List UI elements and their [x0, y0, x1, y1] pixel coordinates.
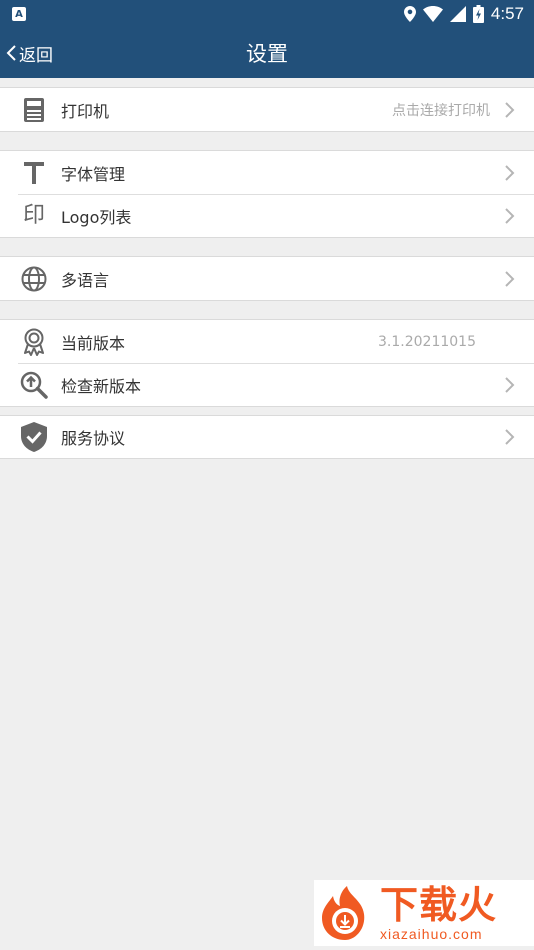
chevron-right-icon	[505, 270, 515, 287]
clock: 4:57	[490, 4, 524, 23]
printer-icon	[20, 96, 48, 124]
status-left: A	[12, 7, 26, 21]
chevron-right-icon	[505, 164, 515, 181]
chevron-right-icon	[505, 207, 515, 224]
back-label: 返回	[19, 45, 53, 66]
settings-item-label: 检查新版本	[61, 376, 142, 396]
watermark-brand: 下载火	[380, 883, 498, 927]
watermark-url: xiazaihuo.com	[380, 926, 483, 942]
globe-icon	[20, 265, 48, 293]
chevron-right-icon	[505, 376, 515, 393]
back-button[interactable]: 返回	[6, 28, 53, 78]
wifi-icon	[422, 6, 443, 22]
chevron-right-icon	[505, 101, 515, 118]
battery-icon	[472, 5, 484, 23]
settings-item-logo-list[interactable]: 印 Logo列表	[0, 194, 534, 237]
chevron-right-icon	[505, 429, 515, 445]
settings-item-check-update[interactable]: 检查新版本	[0, 363, 534, 406]
settings-item-font-management[interactable]: 字体管理	[0, 151, 534, 194]
settings-item-service-agreement[interactable]: 服务协议	[0, 416, 534, 458]
settings-item-current-version: 当前版本 3.1.20211015	[0, 320, 534, 363]
update-search-icon	[20, 371, 48, 399]
settings-item-label: 当前版本	[61, 333, 126, 353]
badge-icon	[20, 328, 48, 356]
app-notification-icon: A	[12, 7, 26, 21]
settings-group-fonts: 字体管理 印 Logo列表	[0, 150, 534, 238]
settings-item-label: 服务协议	[61, 429, 126, 448]
watermark-text: 下载火 xiazaihuo.com	[380, 884, 497, 942]
settings-group-agreement: 服务协议	[0, 415, 534, 459]
version-number: 3.1.20211015	[378, 333, 476, 350]
flame-logo-icon	[322, 886, 365, 940]
status-right: 4:57	[403, 4, 524, 24]
settings-item-label: Logo列表	[61, 207, 132, 227]
settings-item-label: 打印机	[61, 101, 110, 121]
shield-check-icon	[20, 422, 48, 452]
nav-bar: 返回 设置	[0, 28, 534, 78]
settings-item-language[interactable]: 多语言	[0, 257, 534, 300]
settings-item-label: 字体管理	[61, 164, 126, 184]
settings-item-printer[interactable]: 打印机 点击连接打印机	[0, 88, 534, 131]
status-bar: A 4:57	[0, 0, 534, 28]
settings-group-language: 多语言	[0, 256, 534, 301]
settings-item-label: 多语言	[61, 270, 110, 290]
stamp-icon-glyph: 印	[22, 202, 45, 228]
settings-group-printer: 打印机 点击连接打印机	[0, 87, 534, 132]
chevron-left-icon	[6, 45, 16, 61]
cell-signal-icon	[449, 6, 466, 22]
settings-list: 打印机 点击连接打印机 字体管理 印 Logo列表 多语言 当前版本 3.1.2…	[0, 78, 534, 459]
location-icon	[403, 6, 416, 22]
page-title: 设置	[246, 42, 288, 66]
stamp-icon: 印	[20, 202, 48, 230]
printer-status: 点击连接打印机	[392, 102, 490, 119]
font-icon	[20, 159, 48, 187]
watermark: 下载火 xiazaihuo.com	[314, 880, 534, 946]
settings-group-version: 当前版本 3.1.20211015 检查新版本	[0, 319, 534, 407]
